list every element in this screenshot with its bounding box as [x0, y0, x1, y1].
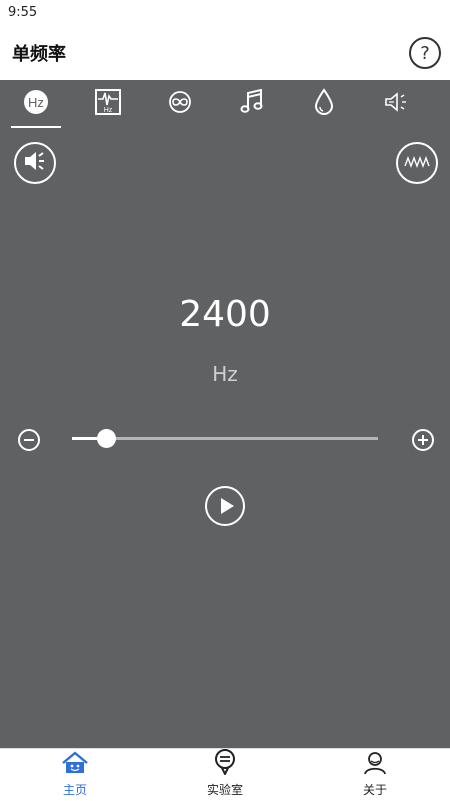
music-note-icon [240, 88, 264, 119]
water-drop-icon [313, 88, 335, 120]
nav-home[interactable]: 主页 [35, 751, 115, 797]
nav-about[interactable]: 关于 [335, 751, 415, 797]
status-time: 9:55 [8, 5, 38, 20]
waveform-button[interactable] [396, 142, 438, 184]
svg-text:Hz: Hz [28, 95, 44, 110]
page-title: 单频率 [12, 44, 66, 65]
svg-text:Hz: Hz [104, 107, 113, 114]
nav-lab-label: 实验室 [206, 783, 243, 797]
tab-loop[interactable] [162, 90, 198, 118]
tab-water[interactable] [306, 88, 342, 120]
tab-hz[interactable]: Hz [18, 90, 54, 118]
lab-icon [213, 749, 237, 779]
app-bar: 单频率 [0, 26, 450, 80]
user-icon [363, 751, 387, 779]
nav-home-label: 主页 [62, 783, 87, 797]
bottom-navigation: 主页 实验室 关于 [0, 748, 450, 801]
frequency-value: 2400 [179, 294, 271, 335]
tab-music[interactable] [234, 88, 270, 119]
sine-wave-icon [404, 154, 430, 173]
tab-speaker-clean[interactable] [378, 90, 414, 118]
status-bar: 9:55 [0, 0, 450, 26]
frequency-unit: Hz [212, 362, 238, 386]
speaker-volume-icon [23, 150, 47, 176]
minus-circle-icon[interactable] [18, 429, 40, 451]
tab-sweep[interactable]: Hz [90, 88, 126, 120]
help-icon[interactable]: ? [409, 37, 441, 69]
home-icon [61, 751, 89, 779]
frequency-slider-track[interactable] [72, 429, 378, 448]
frequency-slider-thumb[interactable] [96, 429, 116, 448]
tab-selected-indicator [11, 126, 61, 128]
nav-lab[interactable]: 实验室 [185, 749, 265, 797]
nav-about-label: 关于 [362, 783, 387, 797]
hz-tone-icon: Hz [23, 89, 49, 119]
play-button[interactable] [205, 486, 245, 526]
speaker-volume-button[interactable] [14, 142, 56, 184]
infinity-loop-icon [166, 91, 194, 117]
tone-panel: Hz Hz 2400 Hz [0, 80, 450, 748]
frequency-slider-row [0, 425, 450, 455]
mode-tabs: Hz Hz [0, 80, 450, 130]
plus-circle-icon[interactable] [412, 429, 434, 451]
hz-waveform-icon: Hz [94, 88, 122, 120]
speaker-vibration-icon [383, 91, 409, 117]
